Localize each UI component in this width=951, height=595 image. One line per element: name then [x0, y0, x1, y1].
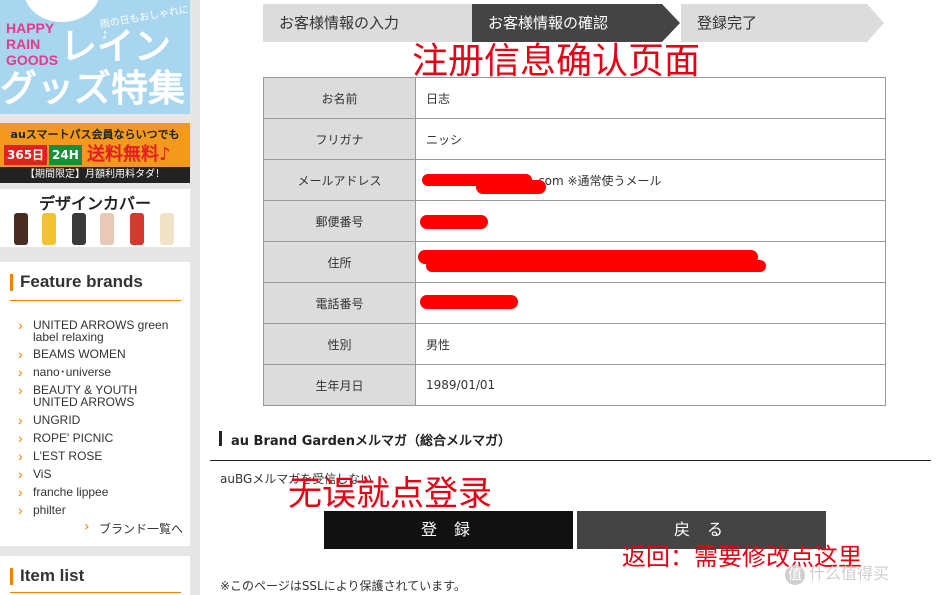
banner-title-line2: グッズ特集	[0, 67, 185, 110]
mailmag-divider	[210, 460, 931, 461]
design-cover-title: デザインカバー	[38, 194, 151, 213]
redaction-mark	[426, 260, 766, 272]
brand-link[interactable]: nano･universe	[18, 366, 111, 378]
table-row: メールアドレス com ※通常使うメール	[263, 159, 886, 201]
badge-365: 365日	[4, 145, 48, 165]
step-complete: 登録完了	[681, 4, 867, 42]
table-row: お名前 日志	[263, 77, 886, 119]
sidebar: HAPPY RAIN GOODS 雨の日もおしゃれに♪ レイン グッズ特集 au…	[0, 0, 200, 595]
brand-link[interactable]: UNGRID	[18, 414, 80, 426]
banner-title: レイン グッズ特集	[0, 25, 185, 110]
watermark-logo-icon: 值	[785, 564, 805, 585]
row-label: 電話番号	[263, 282, 416, 324]
row-value: 1989/01/01	[415, 364, 886, 406]
row-label: 住所	[263, 241, 416, 283]
redaction-mark	[476, 180, 546, 194]
phone-cover-image	[72, 213, 86, 245]
brand-link[interactable]: BEAUTY & YOUTH UNITED ARROWS	[18, 384, 158, 408]
table-row: 性別 男性	[263, 323, 886, 365]
site-watermark: 值什么值得买	[785, 560, 889, 585]
phone-cover-image	[100, 213, 114, 245]
row-value-postcode	[415, 200, 886, 242]
table-row: フリガナ ニッシ	[263, 118, 886, 160]
brand-link[interactable]: franche lippee	[18, 486, 108, 498]
row-value-phone	[415, 282, 886, 324]
phone-cover-image	[130, 213, 144, 245]
watermark-text: 什么值得买	[809, 564, 890, 583]
mailmag-title: au Brand Gardenメルマガ（総合メルマガ）	[219, 430, 511, 449]
table-row: 生年月日 1989/01/01	[263, 364, 886, 406]
row-value-address	[415, 241, 886, 283]
table-row: 住所	[263, 241, 886, 283]
banner-model-photo	[24, 0, 100, 22]
feature-brands-title: Feature brands	[10, 272, 143, 292]
brand-link[interactable]: BEAMS WOMEN	[18, 348, 126, 360]
row-label: お名前	[263, 77, 416, 119]
row-label: 性別	[263, 323, 416, 365]
brand-list-link[interactable]: ブランド一覧へ	[84, 519, 183, 537]
email-value-text: com ※通常使うメール	[538, 173, 662, 188]
row-value: ニッシ	[415, 118, 886, 160]
free-shipping-text: 送料無料♪	[87, 144, 171, 165]
smartpass-banner-line3: 【期間限定】月額利用料タダ！	[0, 167, 190, 183]
brand-link[interactable]: ViS	[18, 468, 51, 480]
row-value: 男性	[415, 323, 886, 365]
row-value: 日志	[415, 77, 886, 119]
phone-cover-image	[42, 213, 56, 245]
phone-cover-image	[14, 213, 28, 245]
brand-link[interactable]: ROPE' PICNIC	[18, 432, 113, 444]
table-row: 電話番号	[263, 282, 886, 324]
feature-brands-divider	[10, 300, 181, 301]
ssl-note: ※このページはSSLにより保護されています。	[220, 579, 466, 593]
register-button[interactable]: 登 録	[324, 511, 573, 549]
banner-happy-rain-goods: HAPPY RAIN GOODS	[6, 20, 58, 68]
table-row: 郵便番号	[263, 200, 886, 242]
badge-24h: 24H	[49, 145, 82, 165]
rain-goods-banner[interactable]: HAPPY RAIN GOODS 雨の日もおしゃれに♪ レイン グッズ特集	[0, 0, 190, 114]
smartpass-banner-line1: auスマートパス会員ならいつでも	[10, 128, 180, 141]
step-arrow	[867, 4, 884, 42]
brand-link[interactable]: L'EST ROSE	[18, 450, 102, 462]
row-label: 郵便番号	[263, 200, 416, 242]
item-list-title: Item list	[10, 566, 84, 586]
brand-link[interactable]: philter	[18, 504, 66, 516]
customer-info-table: お名前 日志 フリガナ ニッシ メールアドレス com ※通常使うメール 郵便番…	[263, 77, 886, 406]
banner-happy-line: HAPPY	[6, 20, 55, 36]
phone-cover-image	[160, 213, 174, 245]
item-list-divider	[10, 592, 181, 593]
redaction-mark	[420, 295, 518, 309]
brand-link[interactable]: UNITED ARROWS green label relaxing	[18, 319, 178, 343]
row-label: メールアドレス	[263, 159, 416, 201]
row-label: フリガナ	[263, 118, 416, 160]
row-label: 生年月日	[263, 364, 416, 406]
row-value-email: com ※通常使うメール	[415, 159, 886, 201]
smartpass-banner[interactable]: auスマートパス会員ならいつでも 365日 24H 送料無料♪ 【期間限定】月額…	[0, 123, 190, 183]
design-cover-banner[interactable]: デザインカバー	[0, 189, 190, 247]
redaction-mark	[420, 215, 488, 229]
annotation-register-hint: 无误就点登录	[288, 474, 492, 514]
banner-goods-line: GOODS	[6, 52, 59, 68]
banner-rain-line: RAIN	[6, 36, 41, 52]
banner-title-line1: レイン	[60, 25, 171, 68]
